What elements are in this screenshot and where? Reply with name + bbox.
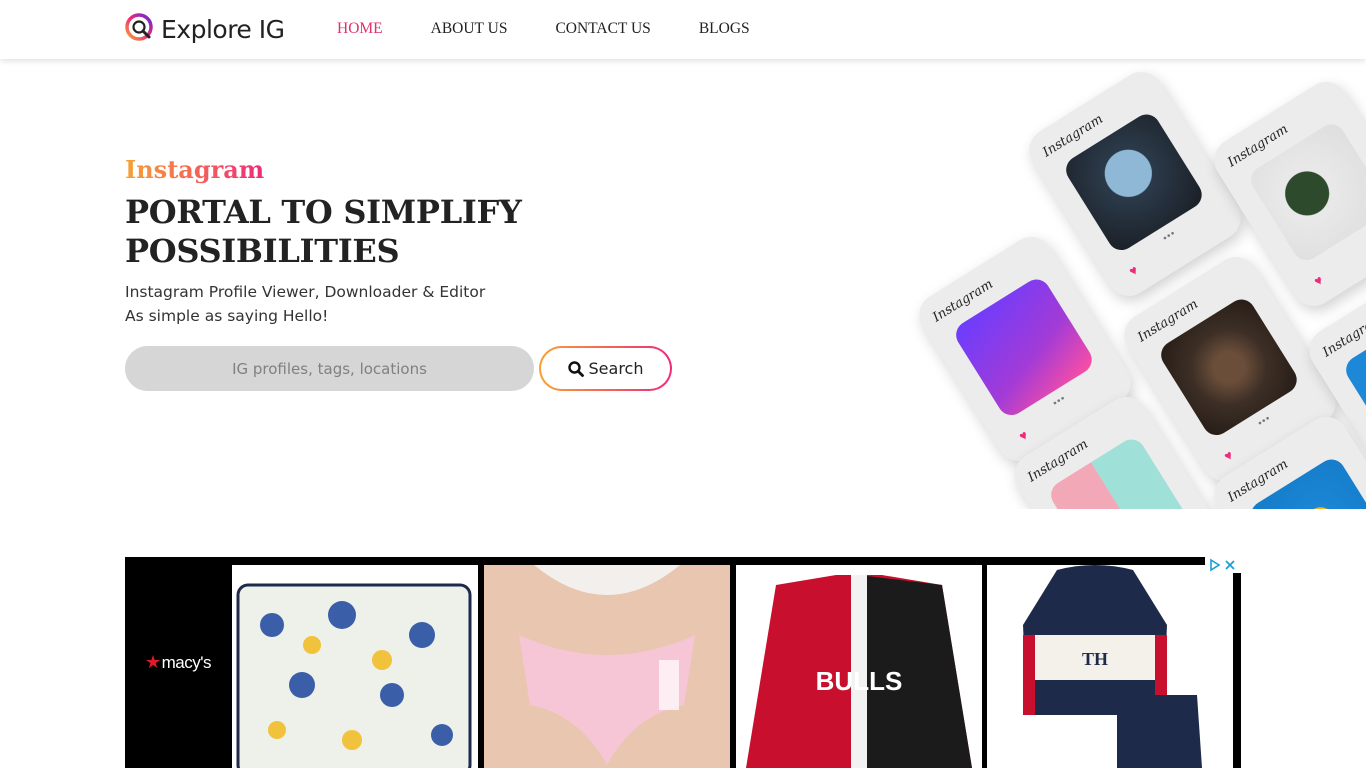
ad-brand-name: macy's [161, 652, 212, 672]
hero-subtitle: Instagram Profile Viewer, Downloader & E… [125, 280, 485, 328]
jacket-image: BULLS [736, 565, 982, 768]
search-form: Search [125, 346, 672, 391]
adchoices-icon[interactable] [1205, 557, 1241, 573]
search-button[interactable]: Search [541, 348, 670, 389]
heart-icon: ♥ [1221, 447, 1236, 464]
site-logo[interactable]: Explore IG [125, 13, 285, 45]
carousel-dots-icon: ••• [1050, 392, 1069, 410]
hero-illustration: Instagram ♥ ••• Instagram ♥ Instagram ♥ … [900, 59, 1366, 509]
svg-text:BULLS: BULLS [816, 666, 903, 696]
nav-contact-us[interactable]: CONTACT US [555, 20, 650, 38]
ad-product-pillow[interactable] [232, 565, 478, 768]
carousel-dots-icon: ••• [1160, 227, 1179, 245]
carousel-dots-icon: ••• [1255, 412, 1274, 430]
logo-text: Explore IG [161, 14, 285, 44]
heart-icon: ♥ [1311, 272, 1326, 289]
nav-home[interactable]: HOME [337, 20, 383, 38]
hoodie-image: TH [987, 565, 1233, 768]
heart-icon: ♥ [1126, 262, 1141, 279]
ad-brand-logo[interactable]: ★ macy's [125, 557, 231, 768]
ad-banner[interactable]: ★ macy's BULLS TH [125, 557, 1241, 768]
main-nav: HOME ABOUT US CONTACT US BLOGS [337, 20, 798, 38]
search-input[interactable] [125, 346, 534, 391]
hero-subtitle-line-1: Instagram Profile Viewer, Downloader & E… [125, 283, 486, 301]
svg-text:TH: TH [1082, 649, 1108, 669]
logo-magnifier-icon [125, 13, 157, 45]
site-header: Explore IG HOME ABOUT US CONTACT US BLOG… [0, 0, 1366, 59]
hero-kicker: Instagram [125, 155, 265, 184]
nav-about-us[interactable]: ABOUT US [431, 20, 508, 38]
search-icon [567, 360, 584, 377]
search-button-label: Search [588, 359, 644, 378]
ad-product-jacket[interactable]: BULLS [736, 565, 982, 768]
ad-product-hoodie[interactable]: TH [987, 565, 1233, 768]
star-icon: ★ [144, 652, 161, 672]
brief-image [484, 565, 730, 768]
nav-blogs[interactable]: BLOGS [699, 20, 750, 38]
hero-subtitle-line-2: As simple as saying Hello! [125, 307, 329, 325]
hero-title: PORTAL TO SIMPLIFY POSSIBILITIES [125, 193, 522, 270]
pillow-image [236, 583, 472, 768]
heart-icon: ♥ [1016, 427, 1031, 444]
search-button-border: Search [539, 346, 672, 391]
ad-product-brief[interactable] [484, 565, 730, 768]
